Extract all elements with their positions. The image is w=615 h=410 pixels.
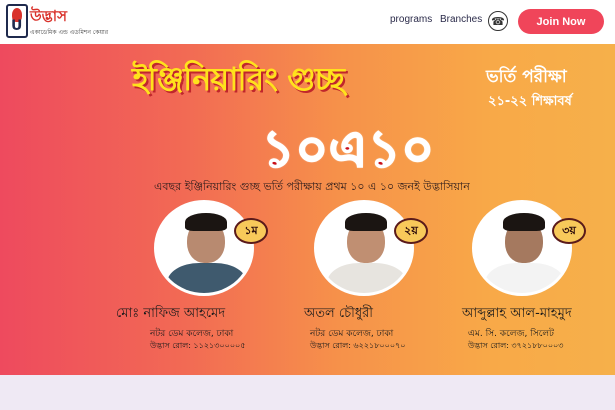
site-logo[interactable]: U উদ্ভাস একাডেমিক এন্ড এডমিশন কেয়ার	[6, 4, 109, 40]
student-name: মোঃ নাফিজ আহমেদ	[116, 306, 226, 321]
rank-badge: ২য়	[394, 218, 428, 244]
join-now-button[interactable]: Join Now	[518, 9, 604, 34]
nav-link-programs[interactable]: programs	[390, 14, 432, 25]
banner-tagline: এবছর ইঞ্জিনিয়ারিং গুচ্ছ ভর্তি পরীক্ষায়…	[154, 180, 470, 193]
student-card-3: ৩য় আব্দুল্লাহ আল-মাহমুদ এম. সি. কলেজ, স…	[454, 200, 615, 360]
student-photo	[472, 200, 572, 296]
logo-subtitle: একাডেমিক এন্ড এডমিশন কেয়ার	[30, 29, 109, 36]
phone-icon[interactable]: ☎	[488, 11, 508, 31]
student-card-2: ২য় অতল চৌধুরী নটর ডেম কলেজ, ঢাকা উদ্ভাস…	[296, 200, 476, 360]
rank-badge: ৩য়	[552, 218, 586, 244]
student-college: নটর ডেম কলেজ, ঢাকা	[150, 329, 234, 339]
rank-badge: ১ম	[234, 218, 268, 244]
nav-link-branches[interactable]: Branches	[440, 14, 482, 25]
site-header: U উদ্ভাস একাডেমিক এন্ড এডমিশন কেয়ার pro…	[0, 0, 615, 44]
student-roll: উদ্ভাস রোল: ৩৭২১৮৮০০০৩	[468, 341, 564, 350]
student-photo	[154, 200, 254, 296]
student-photo	[314, 200, 414, 296]
student-name: আব্দুল্লাহ আল-মাহমুদ	[462, 306, 572, 321]
student-roll: উদ্ভাস রোল: ৬২২১৮০০০৭০	[310, 341, 406, 350]
student-roll: উদ্ভাস রোল: ১১২১৩০০০০৫	[150, 341, 246, 350]
banner-exam-title: ভর্তি পরীক্ষা	[486, 67, 567, 87]
banner-headline: ইঞ্জিনিয়ারিং গুচ্ছ	[132, 60, 345, 98]
student-college: নটর ডেম কলেজ, ঢাকা	[310, 329, 394, 339]
student-college: এম. সি. কলেজ, সিলেট	[468, 329, 554, 339]
logo-mark-icon: U	[6, 4, 28, 38]
logo-letter: U	[11, 18, 23, 34]
banner-exam-year: ২১-২২ শিক্ষাবর্ষ	[488, 94, 572, 109]
student-card-1: ১ম মোঃ নাফিজ আহমেদ নটর ডেম কলেজ, ঢাকা উদ…	[116, 200, 316, 360]
next-section-strip	[0, 375, 615, 410]
hero-banner[interactable]: ইঞ্জিনিয়ারিং গুচ্ছ ভর্তি পরীক্ষা ২১-২২ …	[0, 44, 615, 375]
